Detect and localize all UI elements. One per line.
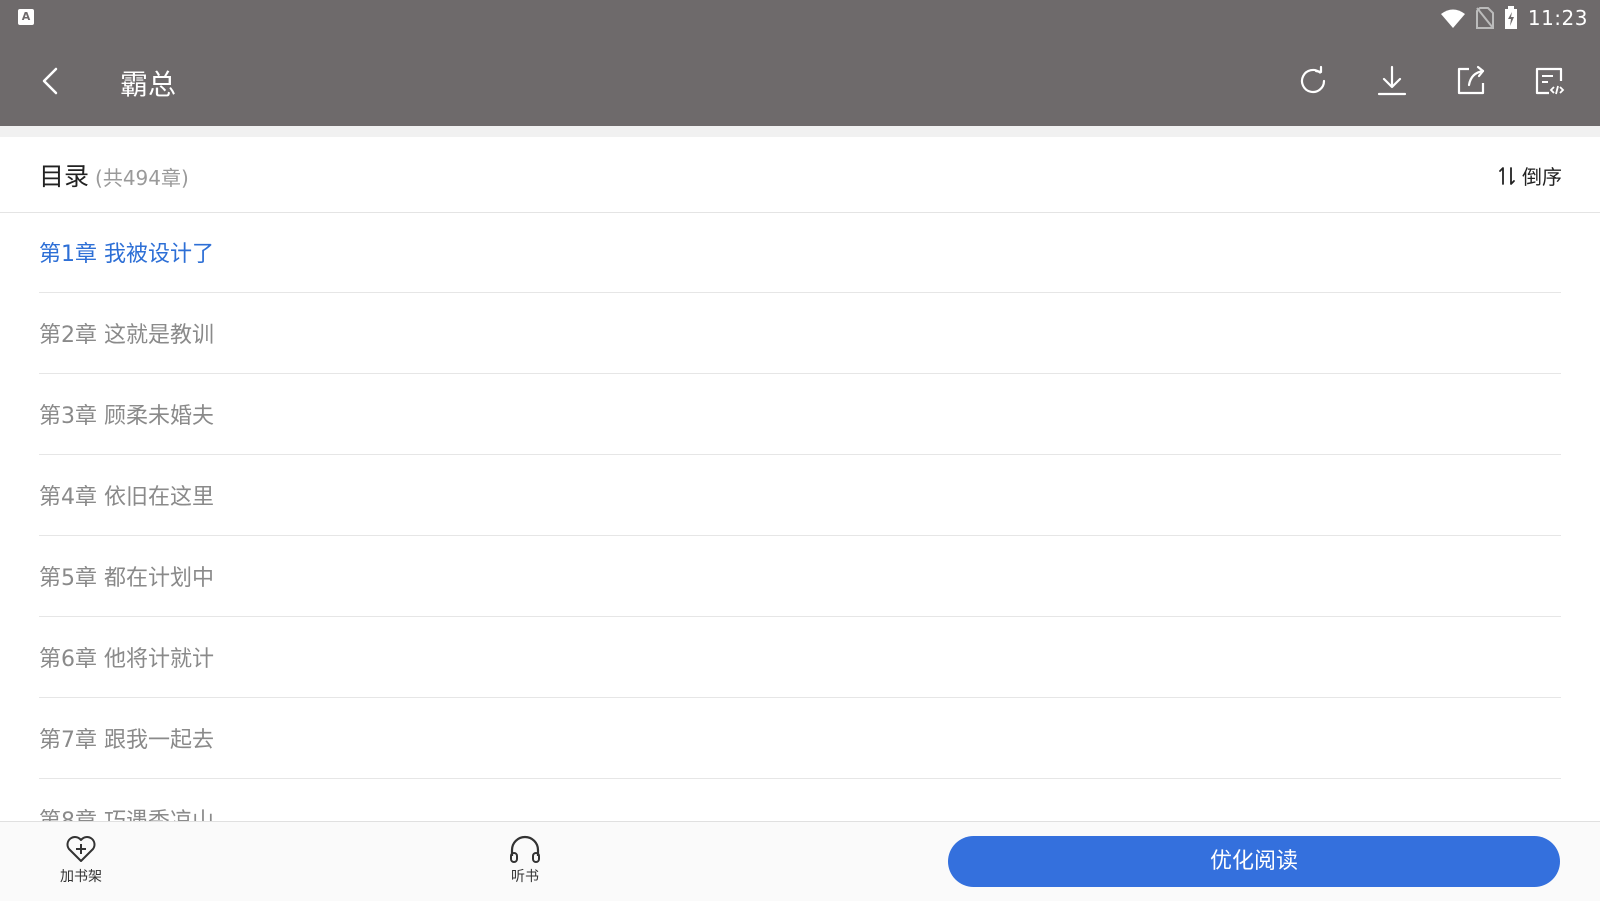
chapter-item[interactable]: 第7章 跟我一起去 (39, 698, 1561, 779)
listen-button[interactable]: 听书 (485, 834, 565, 886)
headphones-icon (510, 835, 540, 863)
chapter-label: 第8章 巧遇秀凉山 (39, 809, 214, 822)
app-bar: 霸总 (0, 37, 1600, 126)
chapter-item[interactable]: 第8章 巧遇秀凉山 (39, 779, 1561, 822)
heart-plus-icon (66, 836, 96, 862)
source-code-icon (1535, 67, 1565, 95)
download-button[interactable] (1370, 59, 1414, 103)
listen-label: 听书 (511, 869, 539, 885)
chapter-label: 第7章 跟我一起去 (39, 728, 214, 753)
add-to-shelf-button[interactable]: 加书架 (41, 834, 121, 886)
chapter-label: 第4章 依旧在这里 (39, 485, 214, 510)
chapter-label: 第1章 我被设计了 (39, 242, 214, 267)
no-sim-icon (1475, 7, 1494, 29)
chapter-item[interactable]: 第6章 他将计就计 (39, 617, 1561, 698)
app-notification-icon: A (18, 9, 34, 25)
battery-charging-icon (1504, 6, 1517, 29)
toc-title: 目录 (共494章) (39, 157, 189, 193)
chevron-left-icon (42, 67, 58, 95)
page-title: 霸总 (120, 68, 177, 101)
wifi-icon (1440, 9, 1465, 28)
add-to-shelf-label: 加书架 (60, 869, 102, 885)
optimized-reading-button[interactable]: 优化阅读 (948, 836, 1560, 887)
chapter-label: 第6章 他将计就计 (39, 647, 214, 672)
chapter-label: 第3章 顾柔未婚夫 (39, 404, 214, 429)
clock: 11:23 (1527, 6, 1588, 30)
divider (0, 126, 1600, 137)
sort-label: 倒序 (1522, 165, 1562, 189)
toc-title-label: 目录 (39, 162, 90, 191)
chapter-item[interactable]: 第3章 顾柔未婚夫 (39, 374, 1561, 455)
refresh-button[interactable] (1291, 59, 1335, 103)
back-button[interactable] (30, 61, 70, 101)
sort-icon (1499, 166, 1515, 185)
status-bar: A 11:23 (0, 0, 1600, 37)
download-icon (1377, 65, 1407, 96)
share-button[interactable] (1449, 59, 1493, 103)
bottom-bar: 加书架 听书 优化阅读 (0, 821, 1600, 901)
chapter-count: (共494章) (95, 166, 189, 190)
share-icon (1457, 65, 1485, 95)
status-icons: 11:23 (1440, 6, 1588, 30)
chapter-item[interactable]: 第4章 依旧在这里 (39, 455, 1561, 536)
chapter-item[interactable]: 第1章 我被设计了 (39, 212, 1561, 293)
chapter-item[interactable]: 第2章 这就是教训 (39, 293, 1561, 374)
refresh-icon (1300, 65, 1326, 94)
chapter-label: 第2章 这就是教训 (39, 323, 214, 348)
source-button[interactable] (1527, 59, 1571, 103)
chapter-label: 第5章 都在计划中 (39, 566, 214, 591)
sort-order-button[interactable]: 倒序 (1498, 161, 1562, 190)
chapter-list[interactable]: 第1章 我被设计了 第2章 这就是教训 第3章 顾柔未婚夫 第4章 依旧在这里 … (0, 212, 1600, 822)
toc-header: 目录 (共494章) 倒序 (0, 137, 1600, 213)
chapter-item[interactable]: 第5章 都在计划中 (39, 536, 1561, 617)
